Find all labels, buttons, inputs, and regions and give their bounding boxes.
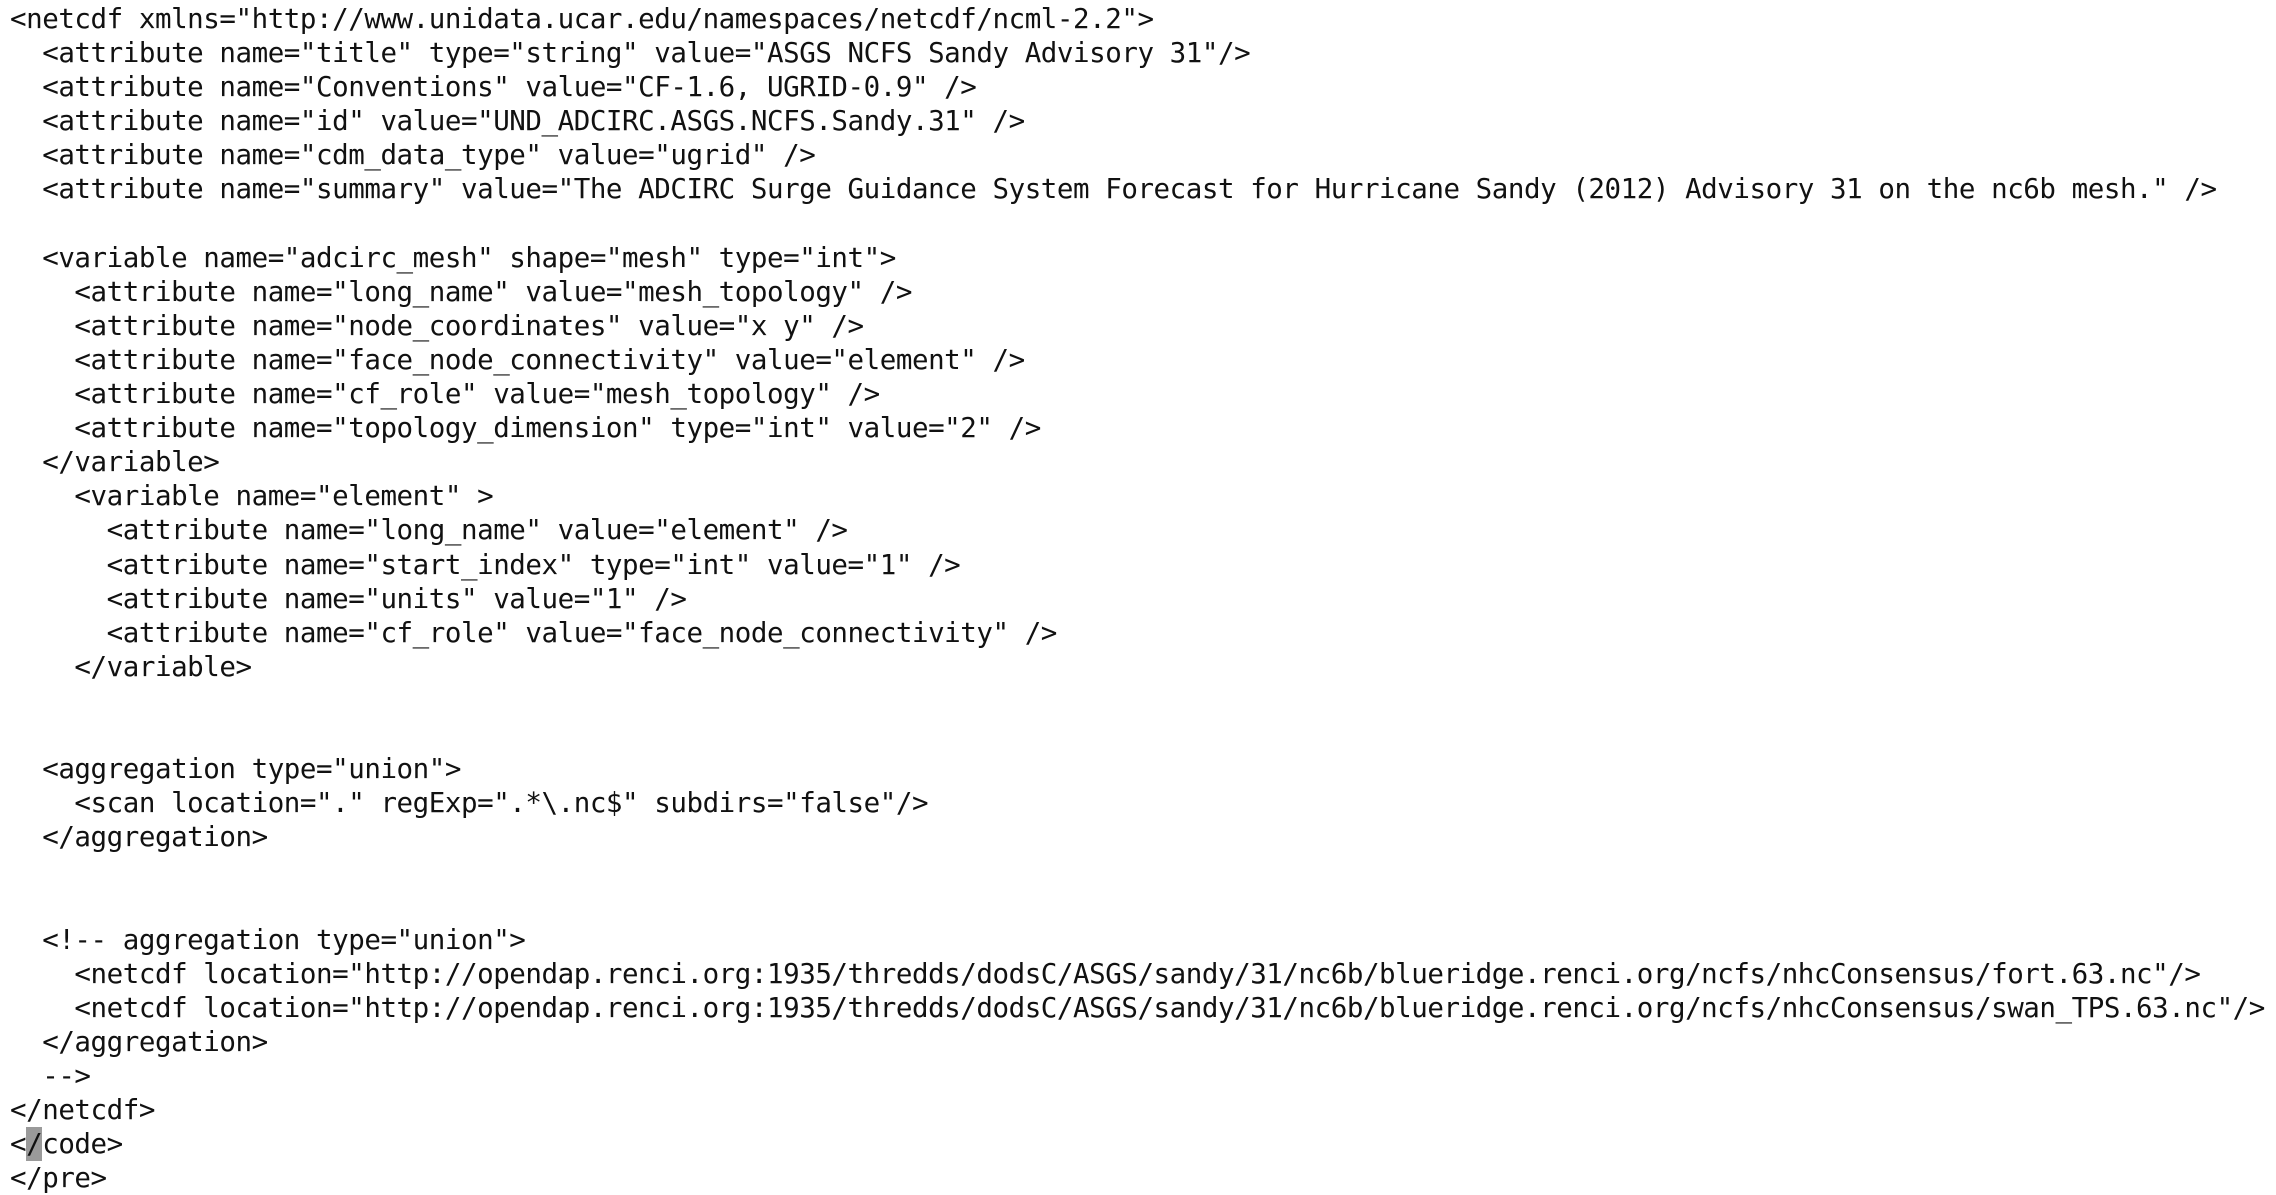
code-line-6: <attribute name="summary" value="The ADC… [10, 173, 2217, 206]
code-text-area[interactable]: <netcdf xmlns="http://www.unidata.ucar.e… [10, 2, 2265, 1195]
code-line-17: <attribute name="start_index" type="int"… [10, 548, 961, 581]
code-line-3: <attribute name="Conventions" value="CF-… [10, 71, 977, 104]
code-editor[interactable]: <netcdf xmlns="http://www.unidata.ucar.e… [0, 0, 2276, 1194]
code-line-1: <netcdf xmlns="http://www.unidata.ucar.e… [10, 3, 1154, 35]
code-line-9: <attribute name="long_name" value="mesh_… [10, 275, 912, 308]
cursor-line-suffix: code> [42, 1128, 123, 1161]
code-line-19: <attribute name="cf_role" value="face_no… [10, 616, 1058, 649]
code-line-15: <variable name="element" > [10, 480, 494, 513]
code-line-5: <attribute name="cdm_data_type" value="u… [10, 139, 816, 172]
code-line-30: <netcdf location="http://opendap.renci.o… [10, 991, 2265, 1024]
code-line-32: --> [10, 1059, 91, 1092]
cursor-line-prefix: < [10, 1128, 27, 1161]
code-line-14: </variable> [10, 446, 220, 479]
code-line-10: <attribute name="node_coordinates" value… [10, 309, 864, 342]
code-line-8: <variable name="adcirc_mesh" shape="mesh… [10, 241, 896, 274]
code-line-34-cursor[interactable]: </code> [10, 1127, 2265, 1162]
code-line-33: </netcdf> [10, 1094, 155, 1126]
code-line-11: <attribute name="face_node_connectivity"… [10, 343, 1025, 376]
code-line-29: <netcdf location="http://opendap.renci.o… [10, 957, 2201, 990]
code-line-31: </aggregation> [10, 1025, 268, 1058]
code-line-18: <attribute name="units" value="1" /> [10, 582, 687, 615]
code-line-12: <attribute name="cf_role" value="mesh_to… [10, 378, 880, 411]
text-cursor-selection[interactable]: / [26, 1127, 43, 1162]
code-line-25: </aggregation> [10, 821, 268, 854]
code-line-4: <attribute name="id" value="UND_ADCIRC.A… [10, 105, 1025, 138]
code-line-24: <scan location="." regExp=".*\.nc$" subd… [10, 787, 929, 820]
code-line-35: </pre> [10, 1162, 107, 1195]
code-line-28: <!-- aggregation type="union"> [10, 923, 526, 956]
code-line-16: <attribute name="long_name" value="eleme… [10, 514, 848, 547]
code-line-20: </variable> [10, 650, 252, 683]
code-line-23: <aggregation type="union"> [10, 753, 461, 786]
code-line-13: <attribute name="topology_dimension" typ… [10, 412, 1041, 445]
code-line-2: <attribute name="title" type="string" va… [10, 37, 1251, 70]
